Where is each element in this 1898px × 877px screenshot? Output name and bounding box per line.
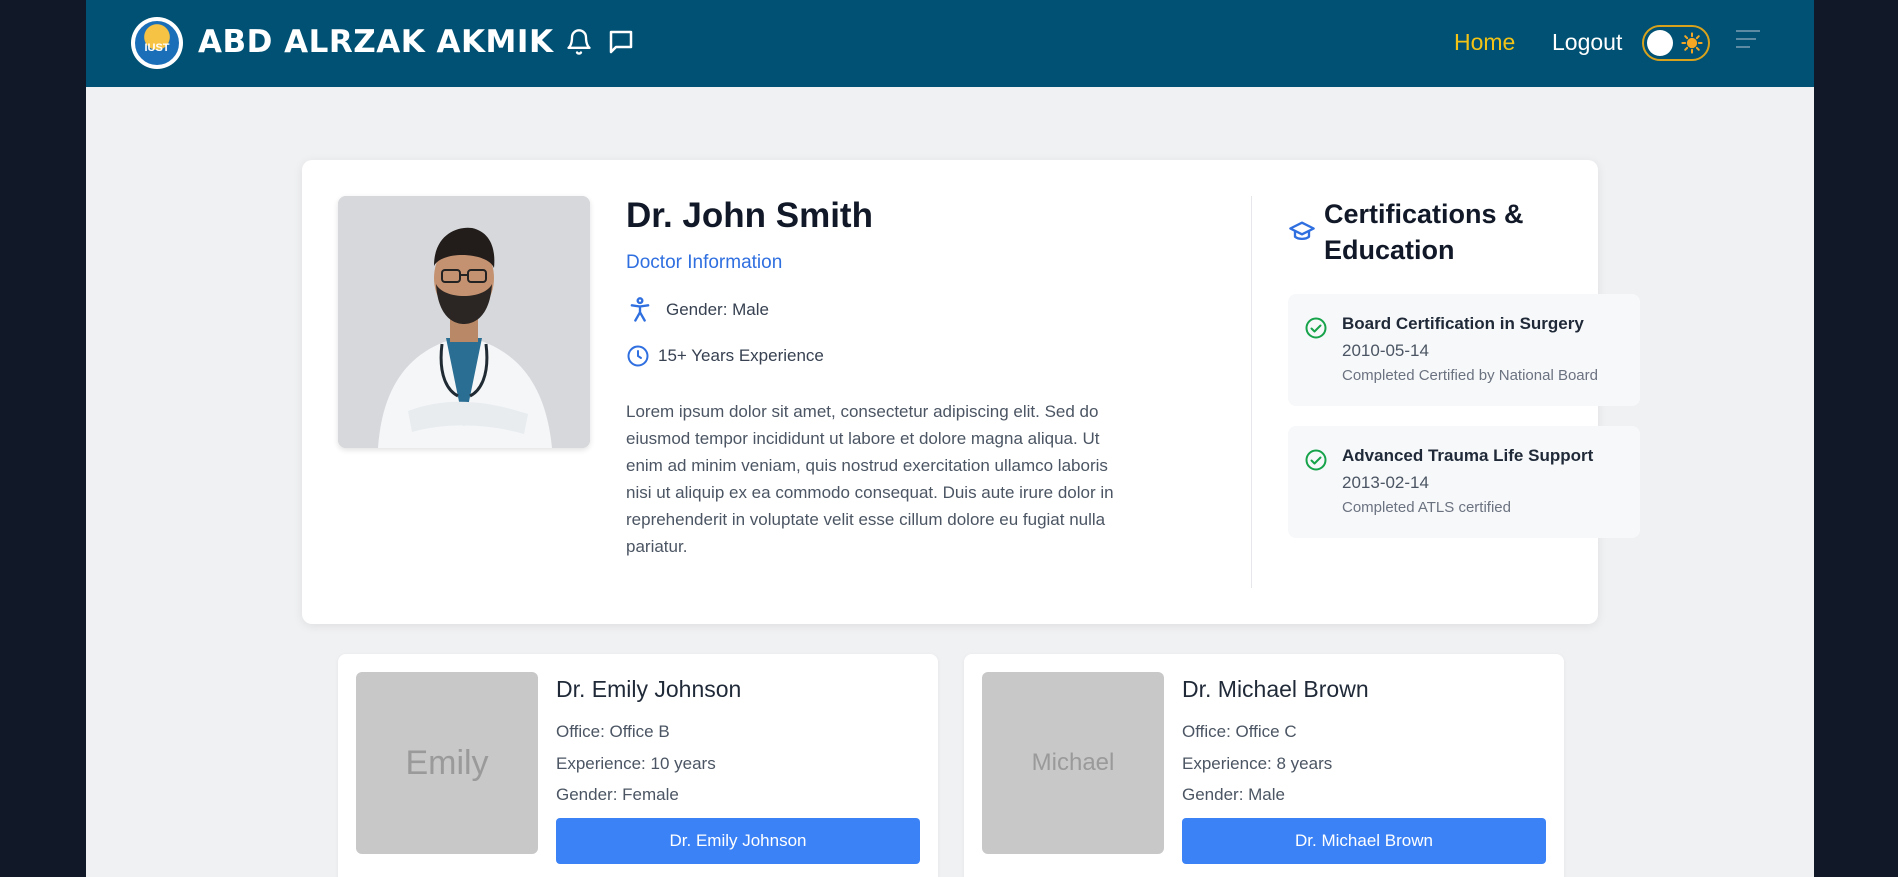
cert-name: Advanced Trauma Life Support (1342, 446, 1594, 465)
doctor-experience: Experience: 8 years (1182, 754, 1333, 773)
app-shell: IUST ABD ALRZAK AKMIK Home Logout Dr. Jo… (86, 0, 1814, 877)
cert-date: 2010-05-14 (1342, 341, 1429, 360)
doctor-office: Office: Office B (556, 722, 670, 741)
logo-badge: IUST (135, 21, 179, 65)
doctor-gender: Gender: Female (556, 785, 679, 804)
brand-name[interactable]: ABD ALRZAK AKMIK (198, 24, 553, 60)
sun-icon (1681, 32, 1703, 54)
doctor-gender: Gender: Male (1182, 785, 1285, 804)
cert-item: Advanced Trauma Life Support 2013-02-14 … (1288, 426, 1640, 538)
view-doctor-button[interactable]: Dr. Emily Johnson (556, 818, 920, 864)
gender-text: Gender: Male (666, 300, 769, 319)
toggle-knob (1647, 30, 1673, 56)
nav-logout-link[interactable]: Logout (1552, 29, 1622, 56)
brand-logo[interactable]: IUST (131, 17, 183, 69)
cert-description: Completed Certified by National Board (1342, 367, 1598, 384)
doctor-profile-card: Dr. John Smith Doctor Information Gender… (302, 160, 1640, 624)
cert-date: 2013-02-14 (1342, 473, 1429, 492)
doctor-list: Emily Dr. Emily Johnson Office: Office B… (302, 636, 1598, 877)
doctor-bio: Lorem ipsum dolor sit amet, consectetur … (626, 402, 1114, 556)
doctor-office: Office: Office C (1182, 722, 1297, 741)
nav-home-link[interactable]: Home (1454, 29, 1515, 56)
certifications-title: Certifications & Education (1324, 199, 1524, 265)
check-circle-icon (1304, 316, 1328, 340)
bell-icon[interactable] (562, 25, 596, 59)
cert-name: Board Certification in Surgery (1342, 314, 1584, 333)
check-circle-icon (1304, 448, 1328, 472)
doctor-thumbnail: Emily (356, 672, 538, 854)
doctor-subtitle: Doctor Information (626, 252, 783, 273)
doctor-card-name: Dr. Michael Brown (1182, 676, 1369, 702)
chat-icon[interactable] (604, 25, 638, 59)
gender-row: Gender: Male (626, 296, 769, 324)
doctor-card-name: Dr. Emily Johnson (556, 676, 742, 702)
theme-toggle[interactable] (1642, 25, 1710, 61)
clock-icon (626, 344, 650, 368)
doctor-experience: Experience: 10 years (556, 754, 716, 773)
graduation-cap-icon (1288, 218, 1316, 246)
top-navbar: IUST ABD ALRZAK AKMIK Home Logout (86, 0, 1814, 87)
doctor-photo (338, 196, 590, 448)
doctor-card: Michael Dr. Michael Brown Office: Office… (964, 654, 1564, 877)
cert-item: Board Certification in Surgery 2010-05-1… (1288, 294, 1640, 406)
experience-text: 15+ Years Experience (658, 346, 824, 365)
doctor-card: Emily Dr. Emily Johnson Office: Office B… (338, 654, 938, 877)
doctor-name: Dr. John Smith (626, 196, 873, 235)
doctor-thumbnail: Michael (982, 672, 1164, 854)
experience-row: 15+ Years Experience (626, 344, 824, 368)
section-divider (1251, 196, 1252, 588)
view-doctor-button[interactable]: Dr. Michael Brown (1182, 818, 1546, 864)
cert-description: Completed ATLS certified (1342, 499, 1511, 516)
menu-icon[interactable] (1736, 30, 1762, 56)
person-icon (626, 296, 654, 324)
